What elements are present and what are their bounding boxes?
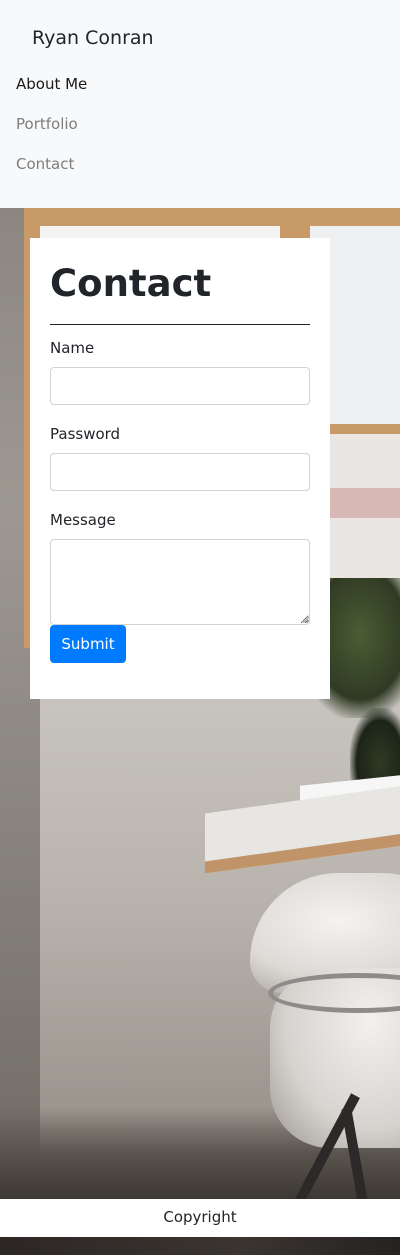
- name-field[interactable]: [50, 367, 310, 405]
- nav-link-portfolio[interactable]: Portfolio: [16, 113, 78, 135]
- title-divider: [50, 324, 310, 325]
- page-title: Contact: [50, 262, 212, 305]
- resize-handle-icon[interactable]: [303, 617, 309, 623]
- nav-link-about-me[interactable]: About Me: [16, 73, 87, 95]
- navbar: Ryan Conran About Me Portfolio Contact: [0, 0, 400, 208]
- message-label: Message: [50, 511, 116, 529]
- contact-card: Contact Name Password Message Submit: [30, 238, 330, 699]
- password-field[interactable]: [50, 453, 310, 491]
- footer: Copyright: [0, 1199, 400, 1237]
- copyright-text: Copyright: [163, 1208, 237, 1226]
- name-label: Name: [50, 339, 95, 357]
- submit-button[interactable]: Submit: [50, 625, 126, 663]
- background-photo-bottom: [0, 1237, 400, 1255]
- brand-link[interactable]: Ryan Conran: [32, 24, 154, 52]
- message-field[interactable]: [50, 539, 310, 625]
- password-label: Password: [50, 425, 121, 443]
- outside-roof: [330, 488, 400, 518]
- nav-link-contact[interactable]: Contact: [16, 153, 74, 175]
